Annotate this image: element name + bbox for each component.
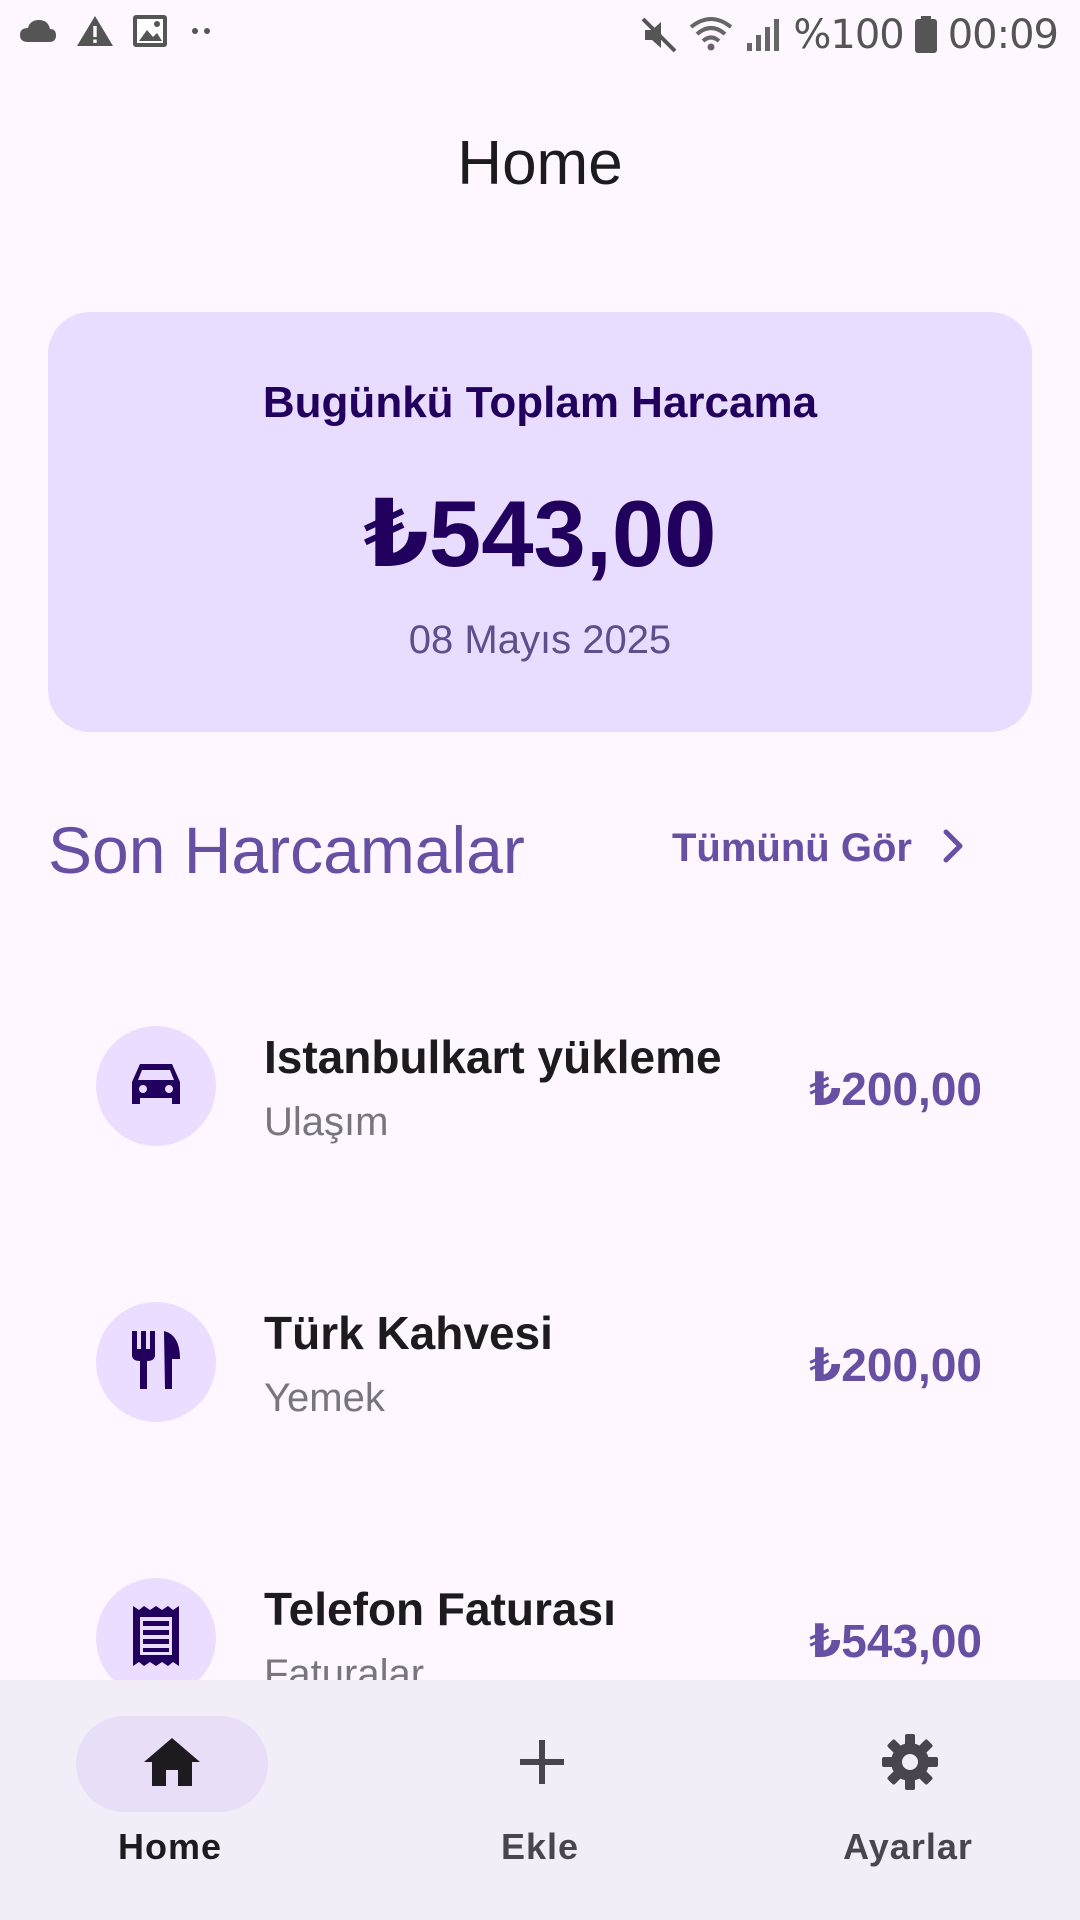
recent-expenses-title: Son Harcamalar: [48, 813, 525, 887]
summary-label: Bugünkü Toplam Harcama: [262, 378, 818, 427]
receipt-icon: [131, 1604, 181, 1673]
battery-icon: [914, 15, 938, 55]
nav-settings-label: Ayarlar: [843, 1826, 973, 1867]
nav-add[interactable]: Ekle: [420, 1716, 660, 1876]
list-item[interactable]: Türk Kahvesi Yemek ₺200,00: [0, 1302, 1080, 1442]
image-icon: [132, 14, 168, 48]
settings-icon: [880, 1732, 940, 1797]
tx-title: Istanbulkart yükleme: [264, 1031, 722, 1083]
mute-icon: [639, 15, 679, 55]
status-right: %100 00:09: [639, 12, 1059, 58]
page-title: Home: [457, 129, 623, 198]
tx-title: Telefon Faturası: [264, 1583, 616, 1635]
cloud-icon: [18, 16, 58, 46]
today-summary-card: Bugünkü Toplam Harcama ₺543,00 08 Mayıs …: [48, 312, 1032, 732]
nav-settings[interactable]: Ayarlar: [788, 1716, 1028, 1876]
status-left-icons: [18, 14, 216, 48]
status-bar: %100 00:09: [0, 0, 1080, 70]
tx-amount: ₺200,00: [809, 1339, 982, 1391]
tx-category: Ulaşım: [264, 1100, 389, 1144]
battery-percent: %100: [793, 12, 904, 58]
nav-home-label: Home: [117, 1826, 223, 1867]
status-time: 00:09: [947, 12, 1059, 58]
summary-amount: ₺543,00: [363, 481, 717, 586]
tx-icon-bg: [96, 1026, 216, 1146]
nav-add-label: Ekle: [500, 1826, 580, 1867]
nav-home-indicator: [76, 1716, 268, 1812]
home-icon: [142, 1736, 202, 1793]
tx-amount: ₺543,00: [809, 1615, 982, 1667]
nav-add-indicator: [446, 1716, 638, 1812]
warning-icon: [76, 14, 114, 48]
nav-home[interactable]: Home: [50, 1716, 290, 1876]
more-dots-icon: [186, 16, 216, 46]
tx-category: Yemek: [264, 1376, 385, 1420]
list-item[interactable]: Istanbulkart yükleme Ulaşım ₺200,00: [0, 1026, 1080, 1166]
nav-settings-indicator: [814, 1716, 1006, 1812]
signal-icon: [743, 15, 783, 55]
tx-title: Türk Kahvesi: [264, 1307, 553, 1359]
bottom-navigation: Home Ekle Ayarlar: [0, 1680, 1080, 1920]
restaurant-icon: [128, 1329, 184, 1396]
see-all-button[interactable]: Tümünü Gör: [672, 826, 968, 871]
summary-date: 08 Mayıs 2025: [408, 618, 672, 662]
chevron-right-icon: [940, 826, 968, 871]
car-icon: [128, 1058, 184, 1115]
add-icon: [518, 1738, 566, 1791]
tx-icon-bg: [96, 1302, 216, 1422]
tx-amount: ₺200,00: [809, 1063, 982, 1115]
wifi-icon: [689, 15, 733, 55]
see-all-label: Tümünü Gör: [672, 826, 912, 870]
